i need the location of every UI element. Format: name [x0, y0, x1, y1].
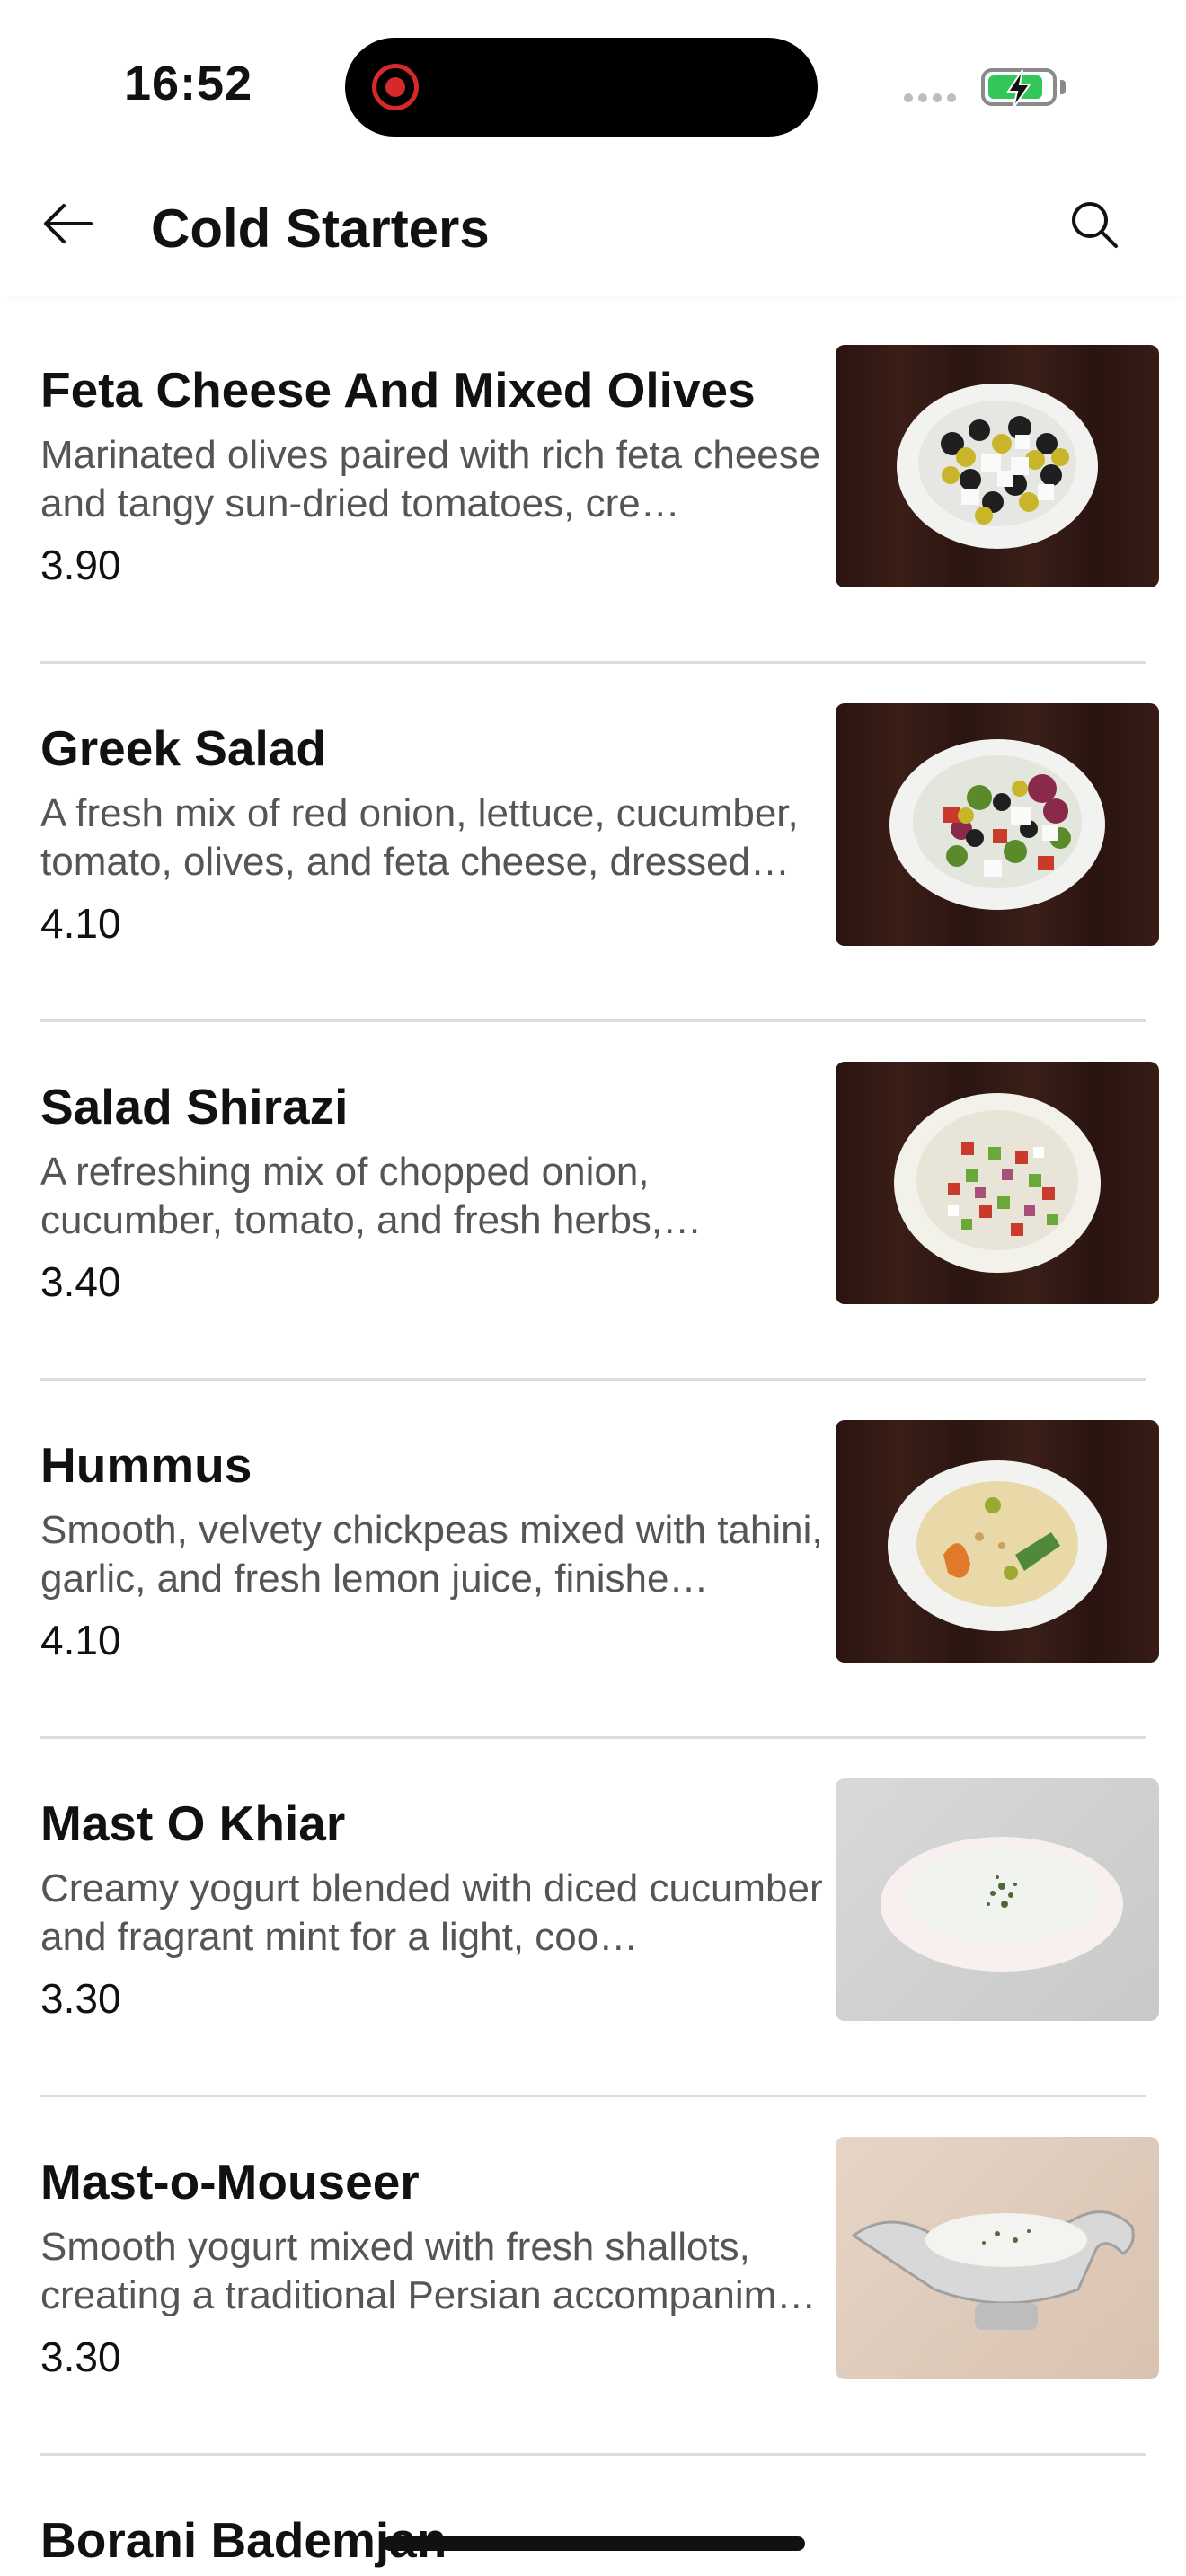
- item-price: 4.10: [40, 1617, 121, 1663]
- item-description: A fresh mix of red onion, lettuce, cucum…: [40, 791, 799, 884]
- item-name: Hummus: [40, 1437, 252, 1493]
- item-price: 3.40: [40, 1258, 121, 1305]
- item-price: 4.10: [40, 900, 121, 947]
- battery-cap: [1060, 80, 1066, 94]
- dynamic-island: [345, 38, 818, 137]
- search-button[interactable]: [1060, 190, 1128, 259]
- menu-item[interactable]: Hummus Smooth, velvety chickpeas mixed w…: [0, 1381, 1186, 1739]
- search-icon: [1072, 202, 1118, 248]
- menu-list: Feta Cheese And Mixed Olives Marinated o…: [0, 305, 1186, 2568]
- item-name: Feta Cheese And Mixed Olives: [40, 362, 756, 418]
- arrow-left-icon: [44, 204, 93, 243]
- mast-o-mouseer-photo: [836, 2137, 1159, 2379]
- item-description: Smooth yogurt mixed with fresh shallots,…: [40, 2225, 817, 2317]
- status-time: 16:52: [124, 57, 253, 110]
- recording-icon: [372, 64, 419, 110]
- hummus-photo: [836, 1420, 1159, 1663]
- item-name: Mast O Khiar: [40, 1795, 346, 1851]
- item-price: 3.90: [40, 542, 121, 588]
- cellular-signal-icon: [904, 93, 956, 102]
- item-description: Creamy yogurt blended with diced cucumbe…: [40, 1866, 823, 1959]
- item-name: Greek Salad: [40, 720, 326, 776]
- item-description: A refreshing mix of chopped onion, cucum…: [40, 1150, 663, 1242]
- item-description: Marinated olives paired with rich feta c…: [40, 433, 821, 525]
- status-bar: 16:52: [0, 0, 1186, 153]
- olives-feta-photo: [836, 345, 1159, 587]
- item-name: Mast-o-Mouseer: [40, 2154, 420, 2210]
- menu-item[interactable]: Feta Cheese And Mixed Olives Marinated o…: [0, 305, 1186, 664]
- menu-item[interactable]: Mast-o-Mouseer Smooth yogurt mixed with …: [0, 2097, 1186, 2456]
- app-header: Cold Starters: [0, 153, 1186, 296]
- item-price: 3.30: [40, 1975, 121, 2022]
- menu-item[interactable]: Greek Salad A fresh mix of red onion, le…: [0, 664, 1186, 1022]
- home-indicator[interactable]: [383, 2536, 805, 2551]
- menu-item[interactable]: Salad Shirazi A refreshing mix of choppe…: [0, 1022, 1186, 1381]
- mast-o-khiar-photo: [836, 1778, 1159, 2021]
- page-title: Cold Starters: [151, 198, 490, 259]
- back-button[interactable]: [36, 192, 99, 255]
- greek-salad-photo: [836, 703, 1159, 946]
- menu-item[interactable]: Mast O Khiar Creamy yogurt blended with …: [0, 1739, 1186, 2097]
- battery-charging-icon: [981, 68, 1057, 109]
- item-description: Smooth, velvety chickpeas mixed with tah…: [40, 1508, 823, 1601]
- item-price: 3.30: [40, 2333, 121, 2380]
- salad-shirazi-photo: [836, 1062, 1159, 1304]
- item-name: Salad Shirazi: [40, 1079, 349, 1134]
